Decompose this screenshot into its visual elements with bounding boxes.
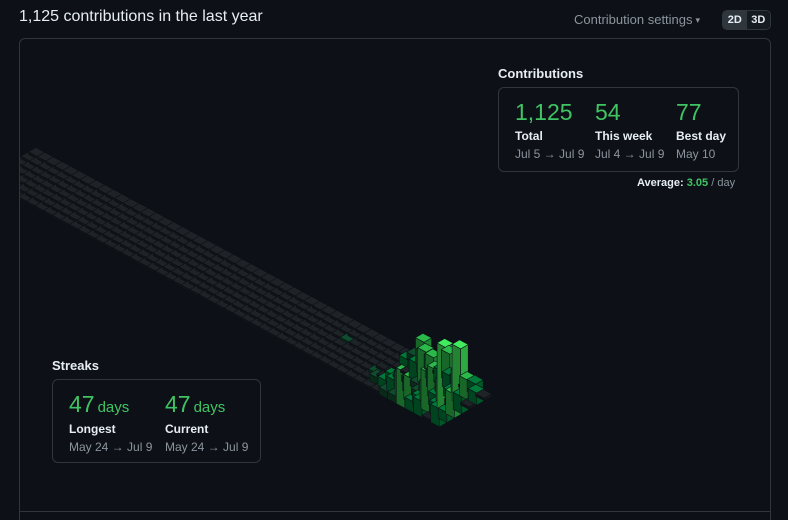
stat-this-week: 54 This week Jul 4 → Jul 9 (595, 100, 664, 161)
streaks-section-title: Streaks (52, 358, 99, 373)
stat-current-unit: days (193, 399, 226, 416)
stat-best-day-value: 77 (676, 99, 702, 125)
stat-longest-streak: 47 days Longest May 24 → Jul 9 (69, 392, 152, 454)
average-per-day: Average: 3.05 / day (637, 177, 735, 189)
stat-longest-value: 47 (69, 391, 95, 417)
stat-best-day: 77 Best day May 10 (676, 100, 726, 161)
stat-current-label: Current (165, 422, 209, 436)
contributions-stats-box: 1,125 Total Jul 5 → Jul 9 54 This week J… (498, 87, 739, 172)
stat-longest-label: Longest (69, 422, 116, 436)
stat-this-week-label: This week (595, 129, 653, 143)
stat-longest-unit: days (97, 399, 130, 416)
caret-down-icon: ▾ (695, 15, 701, 25)
view-3d-button[interactable]: 3D (746, 11, 770, 29)
stat-total: 1,125 Total Jul 5 → Jul 9 (515, 100, 584, 161)
stat-current-range: May 24 → Jul 9 (165, 440, 249, 454)
average-value: 3.05 (686, 177, 709, 189)
contributions-section-title: Contributions (498, 66, 584, 81)
stat-total-value: 1,125 (515, 99, 573, 125)
stat-this-week-range: Jul 4 → Jul 9 (595, 147, 665, 161)
stat-current-value: 47 (165, 391, 191, 417)
average-unit: / day (711, 177, 736, 189)
stat-this-week-value: 54 (595, 99, 621, 125)
stat-total-range: Jul 5 → Jul 9 (515, 147, 585, 161)
average-label: Average: (637, 177, 684, 189)
stat-longest-range: May 24 → Jul 9 (69, 440, 153, 454)
contribution-settings-label: Contribution settings (574, 12, 693, 27)
view-2d-button[interactable]: 2D (723, 11, 747, 29)
streaks-stats-box: 47 days Longest May 24 → Jul 9 47 days Cur… (52, 379, 261, 463)
stat-best-day-range: May 10 (676, 147, 716, 161)
stat-best-day-label: Best day (676, 129, 727, 143)
contribution-skyline-card: Contributions 1,125 Total Jul 5 → Jul 9 … (19, 38, 771, 520)
contributions-heading: 1,125 contributions in the last year (19, 8, 263, 25)
view-toggle: 2D 3D (722, 10, 771, 30)
stat-total-label: Total (515, 129, 543, 143)
contribution-calendar-page: 1,125 contributions in the last year Con… (0, 0, 788, 520)
card-divider (20, 511, 770, 512)
contribution-settings-dropdown[interactable]: Contribution settings ▾ (574, 12, 700, 27)
stat-current-streak: 47 days Current May 24 → Jul 9 (165, 392, 248, 454)
